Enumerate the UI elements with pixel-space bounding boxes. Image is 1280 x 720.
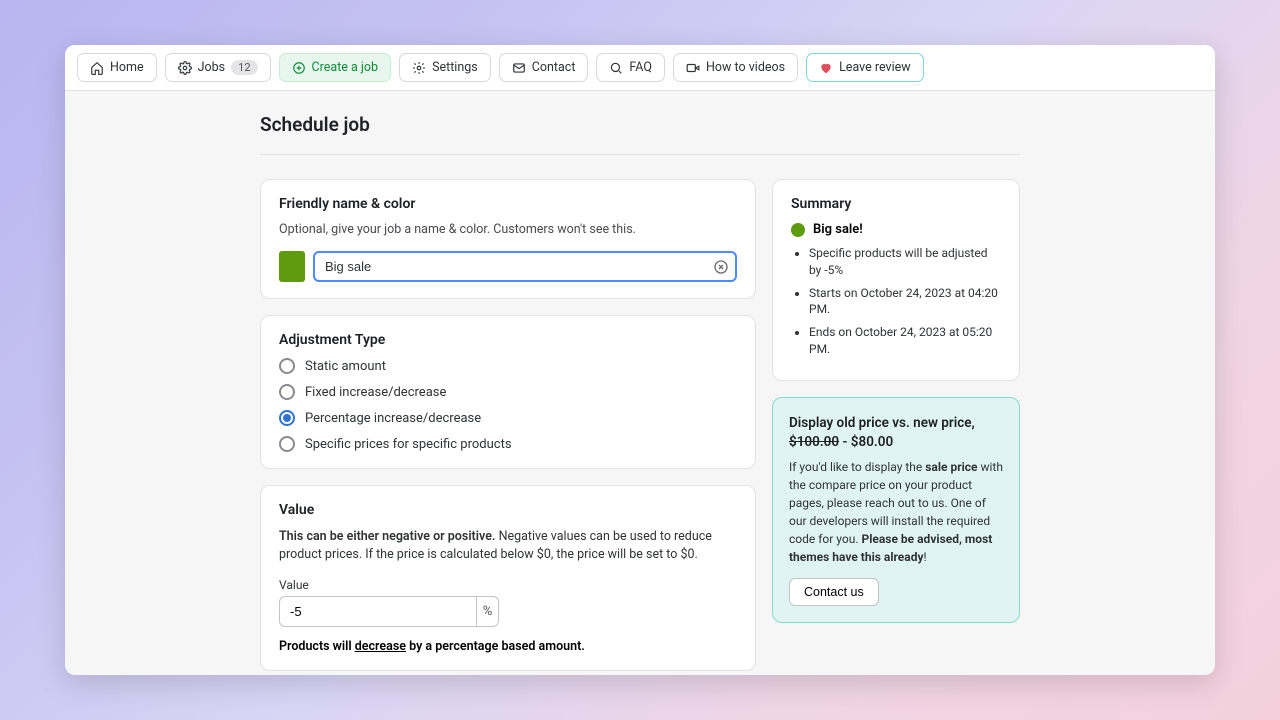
value-field-label: Value <box>279 578 737 592</box>
nav-create-label: Create a job <box>312 60 379 75</box>
gear-icon <box>178 61 192 75</box>
summary-title: Summary <box>791 196 1001 212</box>
top-nav: Home Jobs 12 Create a job Settings Conta… <box>65 45 1215 91</box>
summary-color-dot <box>791 223 805 237</box>
nav-home-label: Home <box>110 60 144 75</box>
nav-jobs[interactable]: Jobs 12 <box>165 53 271 82</box>
radio-label: Static amount <box>305 359 386 374</box>
radio-specific[interactable]: Specific prices for specific products <box>279 436 737 452</box>
info-card: Display old price vs. new price, $100.00… <box>772 397 1020 623</box>
nav-review-label: Leave review <box>839 60 911 75</box>
value-desc-bold: This can be either negative or positive. <box>279 529 495 544</box>
radio-label: Specific prices for specific products <box>305 437 512 452</box>
value-card: Value This can be either negative or pos… <box>260 485 756 671</box>
value-suffix: % <box>476 596 499 627</box>
nav-faq[interactable]: FAQ <box>596 53 665 82</box>
nav-contact-label: Contact <box>532 60 576 75</box>
nav-jobs-label: Jobs <box>198 60 226 75</box>
plus-circle-icon <box>292 61 306 75</box>
name-card-title: Friendly name & color <box>279 196 737 212</box>
radio-icon <box>279 410 295 426</box>
video-icon <box>686 61 700 75</box>
nav-create-job[interactable]: Create a job <box>279 53 392 82</box>
adjustment-type-card: Adjustment Type Static amount Fixed incr… <box>260 315 756 469</box>
settings-icon <box>412 61 426 75</box>
summary-job-name: Big sale! <box>813 222 863 237</box>
info-title: Display old price vs. new price, $100.00… <box>789 414 1003 452</box>
nav-settings[interactable]: Settings <box>399 53 491 82</box>
radio-percentage[interactable]: Percentage increase/decrease <box>279 410 737 426</box>
jobs-count-badge: 12 <box>231 60 257 75</box>
radio-fixed[interactable]: Fixed increase/decrease <box>279 384 737 400</box>
name-card-help: Optional, give your job a name & color. … <box>279 222 737 237</box>
home-icon <box>90 61 104 75</box>
info-body: If you'd like to display the sale price … <box>789 458 1003 566</box>
mail-icon <box>512 61 526 75</box>
clear-input-icon[interactable] <box>713 259 729 275</box>
value-input[interactable] <box>279 596 476 627</box>
radio-label: Fixed increase/decrease <box>305 385 446 400</box>
radio-icon <box>279 436 295 452</box>
value-card-title: Value <box>279 502 737 518</box>
nav-contact[interactable]: Contact <box>499 53 589 82</box>
nav-videos-label: How to videos <box>706 60 785 75</box>
radio-icon <box>279 358 295 374</box>
summary-item: Specific products will be adjusted by -5… <box>809 245 1001 279</box>
content-area: Schedule job Friendly name & color Optio… <box>65 91 1215 675</box>
nav-home[interactable]: Home <box>77 53 157 82</box>
summary-card: Summary Big sale! Specific products will… <box>772 179 1020 381</box>
app-frame: Home Jobs 12 Create a job Settings Conta… <box>65 45 1215 675</box>
nav-settings-label: Settings <box>432 60 478 75</box>
adjust-card-title: Adjustment Type <box>279 332 737 348</box>
job-name-input[interactable] <box>313 251 737 282</box>
radio-static-amount[interactable]: Static amount <box>279 358 737 374</box>
summary-item: Ends on October 24, 2023 at 05:20 PM. <box>809 324 1001 358</box>
summary-item: Starts on October 24, 2023 at 04:20 PM. <box>809 285 1001 319</box>
radio-icon <box>279 384 295 400</box>
color-swatch[interactable] <box>279 251 305 282</box>
value-description: This can be either negative or positive.… <box>279 528 737 564</box>
nav-videos[interactable]: How to videos <box>673 53 798 82</box>
value-note: Products will decrease by a percentage b… <box>279 639 737 654</box>
radio-label: Percentage increase/decrease <box>305 411 481 426</box>
nav-review[interactable]: Leave review <box>806 53 924 82</box>
contact-us-button[interactable]: Contact us <box>789 578 879 606</box>
summary-list: Specific products will be adjusted by -5… <box>791 245 1001 358</box>
heart-icon <box>819 61 833 75</box>
page-title: Schedule job <box>260 113 1020 136</box>
nav-faq-label: FAQ <box>629 60 652 75</box>
search-icon <box>609 61 623 75</box>
title-divider <box>260 154 1020 155</box>
name-color-card: Friendly name & color Optional, give you… <box>260 179 756 299</box>
